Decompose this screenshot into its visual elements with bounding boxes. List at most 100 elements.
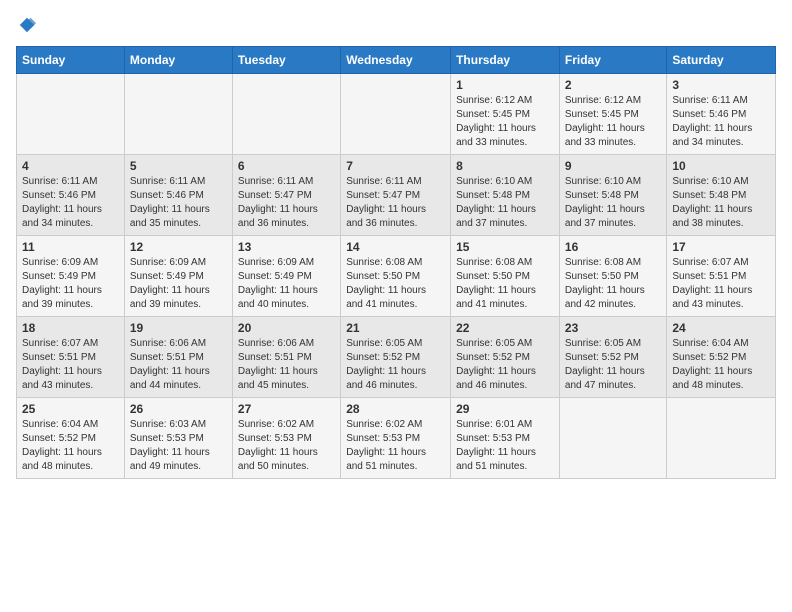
calendar-cell: 20 Sunrise: 6:06 AM Sunset: 5:51 PM Dayli… <box>232 317 340 398</box>
day-number: 20 <box>238 321 335 335</box>
calendar-cell: 16 Sunrise: 6:08 AM Sunset: 5:50 PM Dayli… <box>559 236 666 317</box>
calendar-cell <box>124 74 232 155</box>
logo <box>16 16 36 34</box>
calendar-cell: 27 Sunrise: 6:02 AM Sunset: 5:53 PM Dayli… <box>232 398 340 479</box>
day-detail: Sunrise: 6:09 AM Sunset: 5:49 PM Dayligh… <box>130 256 227 312</box>
day-detail: Sunrise: 6:08 AM Sunset: 5:50 PM Dayligh… <box>456 256 554 312</box>
day-detail: Sunrise: 6:04 AM Sunset: 5:52 PM Dayligh… <box>22 418 119 474</box>
calendar-cell: 3Sunrise: 6:11 AM Sunset: 5:46 PM Daylig… <box>667 74 776 155</box>
day-number: 4 <box>22 159 119 173</box>
calendar-cell: 23Sunrise: 6:05 AM Sunset: 5:52 PM Dayli… <box>559 317 666 398</box>
header <box>16 16 776 34</box>
day-detail: Sunrise: 6:03 AM Sunset: 5:53 PM Dayligh… <box>130 418 227 474</box>
header-friday: Friday <box>559 47 666 74</box>
calendar-cell: 7 Sunrise: 6:11 AM Sunset: 5:47 PM Daylig… <box>341 155 451 236</box>
calendar-cell: 29 Sunrise: 6:01 AM Sunset: 5:53 PM Dayli… <box>451 398 560 479</box>
calendar-cell <box>559 398 666 479</box>
day-number: 29 <box>456 402 554 416</box>
day-number: 12 <box>130 240 227 254</box>
day-detail: Sunrise: 6:12 AM Sunset: 5:45 PM Dayligh… <box>456 94 554 150</box>
calendar-table: SundayMondayTuesdayWednesdayThursdayFrid… <box>16 46 776 479</box>
header-monday: Monday <box>124 47 232 74</box>
day-number: 23 <box>565 321 661 335</box>
header-sunday: Sunday <box>17 47 125 74</box>
day-number: 13 <box>238 240 335 254</box>
calendar-cell <box>17 74 125 155</box>
day-number: 18 <box>22 321 119 335</box>
day-detail: Sunrise: 6:02 AM Sunset: 5:53 PM Dayligh… <box>238 418 335 474</box>
day-number: 28 <box>346 402 445 416</box>
day-number: 16 <box>565 240 661 254</box>
calendar-cell: 11 Sunrise: 6:09 AM Sunset: 5:49 PM Dayli… <box>17 236 125 317</box>
calendar-cell: 2 Sunrise: 6:12 AM Sunset: 5:45 PM Daylig… <box>559 74 666 155</box>
day-detail: Sunrise: 6:09 AM Sunset: 5:49 PM Dayligh… <box>22 256 119 312</box>
calendar-cell: 18 Sunrise: 6:07 AM Sunset: 5:51 PM Dayli… <box>17 317 125 398</box>
day-number: 14 <box>346 240 445 254</box>
day-detail: Sunrise: 6:07 AM Sunset: 5:51 PM Dayligh… <box>672 256 770 312</box>
calendar-cell: 6 Sunrise: 6:11 AM Sunset: 5:47 PM Daylig… <box>232 155 340 236</box>
day-number: 11 <box>22 240 119 254</box>
day-detail: Sunrise: 6:10 AM Sunset: 5:48 PM Dayligh… <box>565 175 661 231</box>
day-detail: Sunrise: 6:01 AM Sunset: 5:53 PM Dayligh… <box>456 418 554 474</box>
day-number: 3 <box>672 78 770 92</box>
day-number: 2 <box>565 78 661 92</box>
calendar-cell <box>341 74 451 155</box>
day-detail: Sunrise: 6:06 AM Sunset: 5:51 PM Dayligh… <box>238 337 335 393</box>
day-number: 25 <box>22 402 119 416</box>
day-detail: Sunrise: 6:12 AM Sunset: 5:45 PM Dayligh… <box>565 94 661 150</box>
day-detail: Sunrise: 6:08 AM Sunset: 5:50 PM Dayligh… <box>565 256 661 312</box>
calendar-week-row: 4 Sunrise: 6:11 AM Sunset: 5:46 PM Daylig… <box>17 155 776 236</box>
day-detail: Sunrise: 6:11 AM Sunset: 5:46 PM Dayligh… <box>130 175 227 231</box>
day-number: 19 <box>130 321 227 335</box>
calendar-cell <box>667 398 776 479</box>
day-number: 5 <box>130 159 227 173</box>
day-detail: Sunrise: 6:04 AM Sunset: 5:52 PM Dayligh… <box>672 337 770 393</box>
calendar-cell: 15 Sunrise: 6:08 AM Sunset: 5:50 PM Dayli… <box>451 236 560 317</box>
calendar-cell: 24 Sunrise: 6:04 AM Sunset: 5:52 PM Dayli… <box>667 317 776 398</box>
calendar-cell: 4 Sunrise: 6:11 AM Sunset: 5:46 PM Daylig… <box>17 155 125 236</box>
day-detail: Sunrise: 6:05 AM Sunset: 5:52 PM Dayligh… <box>456 337 554 393</box>
day-detail: Sunrise: 6:10 AM Sunset: 5:48 PM Dayligh… <box>456 175 554 231</box>
calendar-cell: 13 Sunrise: 6:09 AM Sunset: 5:49 PM Dayli… <box>232 236 340 317</box>
day-number: 8 <box>456 159 554 173</box>
logo-icon <box>18 16 36 34</box>
calendar-cell: 1 Sunrise: 6:12 AM Sunset: 5:45 PM Daylig… <box>451 74 560 155</box>
day-number: 27 <box>238 402 335 416</box>
calendar-cell: 14 Sunrise: 6:08 AM Sunset: 5:50 PM Dayli… <box>341 236 451 317</box>
calendar-cell: 8 Sunrise: 6:10 AM Sunset: 5:48 PM Daylig… <box>451 155 560 236</box>
calendar-cell: 9 Sunrise: 6:10 AM Sunset: 5:48 PM Daylig… <box>559 155 666 236</box>
calendar-cell: 21Sunrise: 6:05 AM Sunset: 5:52 PM Dayli… <box>341 317 451 398</box>
calendar-cell: 12 Sunrise: 6:09 AM Sunset: 5:49 PM Dayli… <box>124 236 232 317</box>
day-detail: Sunrise: 6:10 AM Sunset: 5:48 PM Dayligh… <box>672 175 770 231</box>
header-thursday: Thursday <box>451 47 560 74</box>
day-detail: Sunrise: 6:05 AM Sunset: 5:52 PM Dayligh… <box>346 337 445 393</box>
calendar-week-row: 11 Sunrise: 6:09 AM Sunset: 5:49 PM Dayli… <box>17 236 776 317</box>
day-detail: Sunrise: 6:11 AM Sunset: 5:46 PM Dayligh… <box>22 175 119 231</box>
calendar-week-row: 18 Sunrise: 6:07 AM Sunset: 5:51 PM Dayli… <box>17 317 776 398</box>
header-saturday: Saturday <box>667 47 776 74</box>
calendar-cell: 17 Sunrise: 6:07 AM Sunset: 5:51 PM Dayli… <box>667 236 776 317</box>
day-number: 17 <box>672 240 770 254</box>
calendar-cell <box>232 74 340 155</box>
calendar-week-row: 1 Sunrise: 6:12 AM Sunset: 5:45 PM Daylig… <box>17 74 776 155</box>
calendar-cell: 5 Sunrise: 6:11 AM Sunset: 5:46 PM Daylig… <box>124 155 232 236</box>
day-detail: Sunrise: 6:09 AM Sunset: 5:49 PM Dayligh… <box>238 256 335 312</box>
day-detail: Sunrise: 6:11 AM Sunset: 5:47 PM Dayligh… <box>238 175 335 231</box>
day-number: 1 <box>456 78 554 92</box>
day-number: 7 <box>346 159 445 173</box>
header-tuesday: Tuesday <box>232 47 340 74</box>
day-detail: Sunrise: 6:07 AM Sunset: 5:51 PM Dayligh… <box>22 337 119 393</box>
calendar-cell: 22Sunrise: 6:05 AM Sunset: 5:52 PM Dayli… <box>451 317 560 398</box>
day-number: 26 <box>130 402 227 416</box>
calendar-cell: 25 Sunrise: 6:04 AM Sunset: 5:52 PM Dayli… <box>17 398 125 479</box>
calendar-cell: 10Sunrise: 6:10 AM Sunset: 5:48 PM Dayli… <box>667 155 776 236</box>
day-number: 9 <box>565 159 661 173</box>
day-detail: Sunrise: 6:11 AM Sunset: 5:47 PM Dayligh… <box>346 175 445 231</box>
day-number: 24 <box>672 321 770 335</box>
calendar-cell: 19 Sunrise: 6:06 AM Sunset: 5:51 PM Dayli… <box>124 317 232 398</box>
calendar-cell: 26 Sunrise: 6:03 AM Sunset: 5:53 PM Dayli… <box>124 398 232 479</box>
day-number: 6 <box>238 159 335 173</box>
day-detail: Sunrise: 6:06 AM Sunset: 5:51 PM Dayligh… <box>130 337 227 393</box>
day-number: 15 <box>456 240 554 254</box>
day-detail: Sunrise: 6:08 AM Sunset: 5:50 PM Dayligh… <box>346 256 445 312</box>
